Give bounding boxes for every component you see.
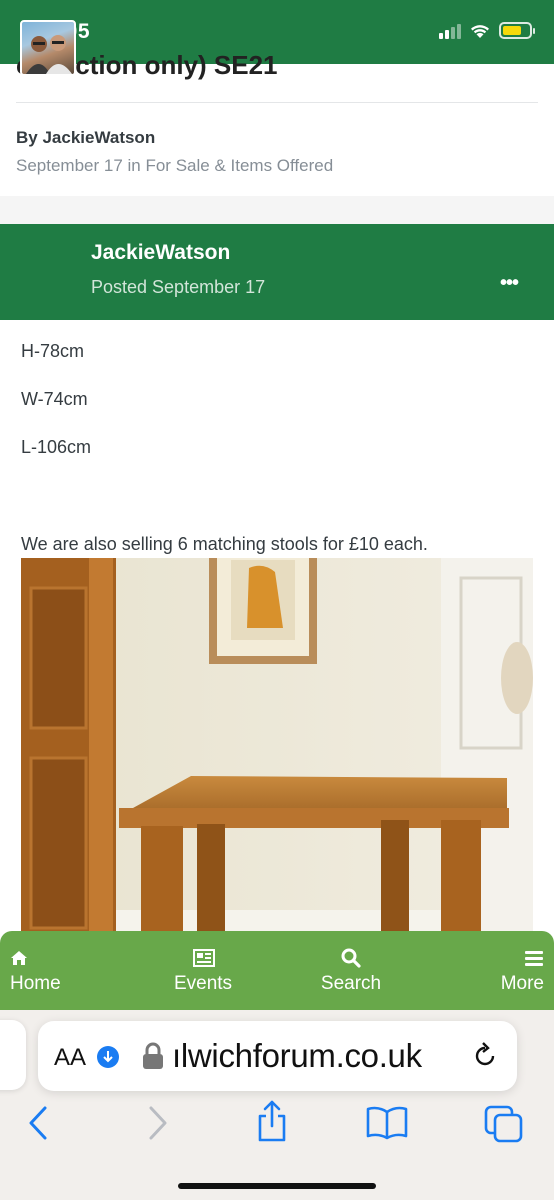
post-header [0,224,554,320]
previous-tab[interactable] [0,1020,26,1090]
download-icon[interactable] [97,1046,119,1068]
stools-note: We are also selling 6 matching stools fo… [21,534,428,554]
home-indicator [178,1183,376,1189]
reload-icon[interactable] [472,1042,498,1070]
search-icon [341,947,361,969]
more-options-icon[interactable]: ••• [500,272,519,295]
divider [16,102,538,103]
url-text[interactable]: ılwichforum.co.uk [172,1037,422,1075]
reader-button[interactable]: AA [54,1044,86,1072]
tabs-icon[interactable] [484,1105,524,1143]
section-gap [0,196,554,224]
share-icon[interactable] [256,1100,288,1142]
post-author[interactable]: JackieWatson [91,241,230,265]
newspaper-icon [191,947,215,969]
battery-fill [503,26,521,35]
bottom-nav: Home Events Search More [0,931,554,1011]
topic-meta[interactable]: September 17 in For Sale & Items Offered [16,156,333,176]
post-date[interactable]: Posted September 17 [91,277,265,298]
nav-more-label: More [500,973,544,994]
table-photo[interactable] [21,558,533,938]
nav-home[interactable]: Home [10,931,100,1011]
nav-home-label: Home [10,973,61,994]
forward-icon[interactable] [148,1105,168,1141]
home-icon [10,947,28,969]
dimension-height: H-78cm [21,341,85,361]
back-icon[interactable] [28,1105,48,1141]
battery-icon [499,22,535,39]
nav-events-label: Events [173,973,233,994]
dimension-width: W-74cm [21,389,88,409]
dimension-length: L-106cm [21,437,92,457]
cellular-signal-icon [439,23,461,39]
bookmarks-icon[interactable] [366,1106,408,1140]
nav-events[interactable]: Events [158,931,248,1011]
topic-author[interactable]: By JackieWatson [16,128,155,148]
status-icons [439,22,535,39]
nav-search[interactable]: Search [306,931,396,1011]
menu-icon [524,947,544,969]
lock-icon [143,1042,163,1069]
avatar[interactable] [20,20,76,76]
nav-more[interactable]: More [454,931,544,1011]
nav-search-label: Search [320,973,382,994]
wifi-icon [471,24,489,38]
